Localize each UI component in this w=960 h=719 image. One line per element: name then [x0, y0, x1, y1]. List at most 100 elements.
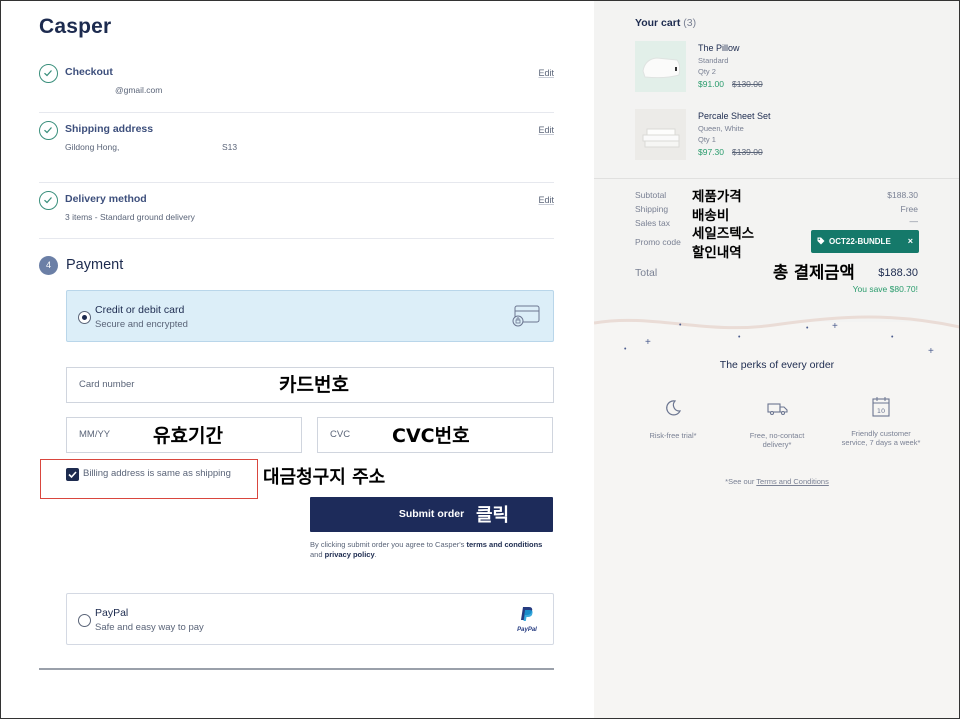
perk-free-delivery: Free, no-contact delivery*: [727, 398, 827, 449]
savings-text: You save $80.70!: [852, 284, 918, 294]
item-price: $91.00: [698, 79, 724, 89]
submit-order-button[interactable]: Submit order: [310, 497, 553, 532]
payment-step-number: 4: [39, 256, 58, 275]
summary-divider: [594, 178, 960, 179]
calendar-icon: 10: [872, 397, 890, 417]
terms-prefix: By clicking submit order you agree to Ca…: [310, 540, 467, 549]
edit-shipping-link[interactable]: Edit: [538, 125, 554, 135]
paypal-title: PayPal: [95, 607, 129, 619]
step-shipping-name: Gildong Hong,: [65, 142, 120, 152]
paypal-subtitle: Safe and easy way to pay: [95, 622, 204, 633]
billing-same-checkbox[interactable]: [66, 468, 79, 481]
perk-label-line: Risk-free trial*: [649, 431, 697, 440]
credit-card-option[interactable]: Credit or debit card Secure and encrypte…: [66, 290, 554, 342]
total-label: Total: [635, 267, 658, 279]
step-checkout-title: Checkout: [65, 66, 113, 78]
item-price: $97.30: [698, 147, 724, 157]
step-checkout-email: @gmail.com: [115, 85, 163, 95]
divider: [39, 238, 554, 239]
terms-suffix: .: [374, 549, 377, 559]
annotation-shipping: 배송비: [692, 208, 730, 224]
cart-count: (3): [683, 17, 697, 29]
shipping-value: Free: [900, 204, 918, 214]
sales-tax-label: Sales tax: [635, 218, 670, 228]
credit-card-radio[interactable]: [78, 311, 91, 324]
svg-text:10: 10: [877, 407, 885, 415]
annotation-expiry: 유효기간: [153, 425, 223, 447]
paypal-radio[interactable]: [78, 614, 91, 627]
promo-code-chip: OCT22-BUNDLE ×: [811, 230, 919, 253]
credit-card-lock-icon: [512, 305, 540, 327]
sparkle-icon: •: [679, 322, 682, 329]
remove-promo-button[interactable]: ×: [908, 236, 913, 246]
step-shipping-address: S13: [222, 142, 238, 152]
item-name[interactable]: The Pillow: [698, 43, 740, 53]
annotation-subtotal: 제품가격: [692, 189, 742, 205]
step-delivery-detail: 3 items - Standard ground delivery: [65, 212, 195, 222]
item-quantity: Qty 2: [698, 67, 716, 76]
paypal-option[interactable]: PayPal Safe and easy way to pay PayPal: [66, 593, 554, 645]
item-option: Standard: [698, 56, 729, 65]
total-value: $188.30: [878, 267, 918, 279]
promo-code-text: OCT22-BUNDLE: [829, 237, 891, 246]
paypal-logo: PayPal: [515, 606, 539, 633]
pillow-thumbnail: [635, 41, 686, 92]
subtotal-value: $188.30: [887, 190, 918, 200]
cart-item: Percale Sheet Set Queen, White Qty 1 $97…: [635, 109, 935, 161]
sparkle-icon: •: [738, 334, 741, 341]
terms-footnote: *See our Terms and Conditions: [594, 477, 960, 486]
perk-risk-free: Risk-free trial*: [623, 398, 723, 440]
terms-link[interactable]: terms and conditions: [467, 540, 543, 549]
moon-icon: [666, 400, 682, 416]
annotation-submit: 클릭: [476, 505, 510, 526]
sparkle-icon: +: [645, 337, 651, 348]
step-checkout: Checkout @gmail.com Edit: [39, 64, 554, 104]
payment-title: Payment: [66, 257, 124, 273]
sparkle-icon: +: [928, 346, 934, 357]
billing-address-highlight: Billing address is same as shipping: [40, 459, 258, 499]
cart-title-text: Your cart: [635, 17, 681, 29]
tag-icon: [817, 237, 825, 245]
paypal-icon: [521, 607, 533, 621]
item-option: Queen, White: [698, 124, 744, 133]
perk-label: Friendly customer service, 7 days a week*: [831, 429, 931, 447]
credit-card-title: Credit or debit card: [95, 304, 185, 316]
perk-label: Free, no-contact delivery*: [727, 431, 827, 449]
annotation-billing: 대금청구지 주소: [263, 467, 386, 488]
perks-title: The perks of every order: [719, 359, 835, 371]
perk-customer-service: 10 Friendly customer service, 7 days a we…: [831, 396, 931, 447]
shipping-label: Shipping: [635, 204, 669, 214]
edit-checkout-link[interactable]: Edit: [538, 68, 554, 78]
sales-tax-value: —: [909, 216, 919, 226]
perk-label-line: Free, no-contact: [749, 431, 805, 440]
sparkle-icon: •: [806, 325, 809, 332]
edit-delivery-link[interactable]: Edit: [538, 195, 554, 205]
check-icon: [39, 191, 58, 210]
promo-label: Promo code: [635, 237, 681, 247]
form-bottom-rule: [39, 668, 554, 670]
perk-label-line: Friendly customer: [851, 429, 911, 438]
footnote-prefix: *See our: [725, 477, 757, 486]
item-name[interactable]: Percale Sheet Set: [698, 111, 771, 121]
sparkle-icon: •: [891, 334, 894, 341]
check-icon: [39, 64, 58, 83]
subtotal-label: Subtotal: [635, 190, 667, 200]
billing-same-label[interactable]: Billing address is same as shipping: [83, 468, 231, 479]
perk-label-line: delivery*: [762, 440, 792, 449]
item-quantity: Qty 1: [698, 135, 716, 144]
annotation-sales-tax: 세일즈텍스: [692, 226, 755, 242]
submit-order-label: Submit order: [398, 508, 465, 520]
checkmark-icon: [68, 471, 77, 479]
annotation-promo: 할인내역: [692, 245, 742, 261]
step-shipping: Shipping address Gildong Hong, S13 Edit: [39, 121, 554, 161]
step-shipping-title: Shipping address: [65, 123, 154, 135]
sparkle-icon: +: [832, 321, 838, 332]
cart-title: Your cart (3): [635, 17, 696, 29]
casper-logo[interactable]: Casper: [39, 15, 111, 39]
item-original-price: $130.00: [732, 79, 763, 89]
privacy-link[interactable]: privacy policy: [325, 550, 375, 559]
divider: [39, 112, 554, 113]
terms-notice: By clicking submit order you agree to Ca…: [310, 540, 550, 559]
credit-card-subtitle: Secure and encrypted: [95, 319, 188, 330]
terms-conditions-link[interactable]: Terms and Conditions: [756, 477, 829, 486]
